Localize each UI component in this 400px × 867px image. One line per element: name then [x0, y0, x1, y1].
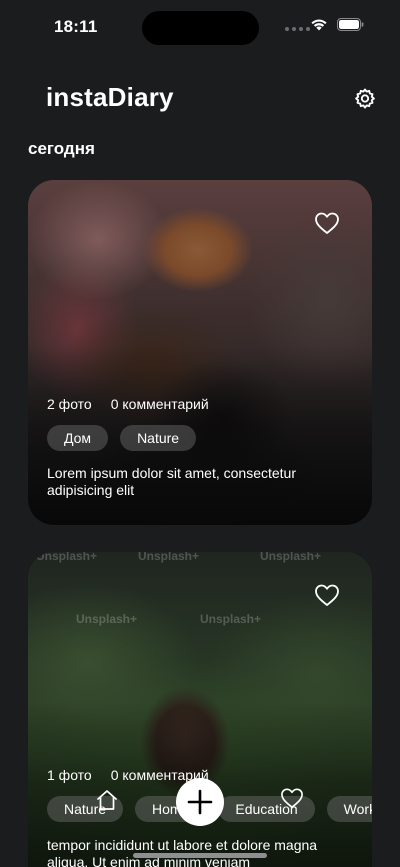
photo-watermark: Unsplash+: [138, 552, 200, 563]
photo-count: 2 фото: [47, 396, 92, 412]
tag-chip[interactable]: Дом: [47, 425, 109, 451]
photo-watermark: Unsplash+: [76, 612, 138, 626]
gear-icon[interactable]: [353, 87, 377, 111]
tag-list: Дом Nature: [47, 425, 197, 451]
home-icon[interactable]: [95, 788, 119, 812]
section-title: сегодня: [28, 139, 95, 158]
battery-icon: [337, 18, 364, 31]
home-indicator[interactable]: [133, 853, 267, 858]
photo-watermark: Unsplash+: [36, 552, 98, 563]
heart-icon[interactable]: [314, 583, 340, 607]
comment-count: 0 комментарий: [110, 396, 209, 412]
diary-entry-card[interactable]: 2 фото 0 комментарий Дом Nature Lorem ip…: [28, 180, 372, 525]
tag-chip[interactable]: Work: [326, 796, 372, 822]
cellular-signal-icon: [285, 27, 310, 31]
entry-text: tempor incididunt ut labore et dolore ma…: [47, 837, 318, 867]
status-bar: 18:11: [0, 0, 400, 54]
heart-icon[interactable]: [314, 211, 340, 235]
status-time: 18:11: [54, 17, 98, 36]
dynamic-island: [142, 11, 259, 45]
add-entry-button[interactable]: [176, 778, 224, 826]
screen: 18:11 instaDiary сегодня 2 фото 0 коммен…: [0, 0, 400, 867]
entry-meta: 2 фото 0 комментарий: [47, 396, 209, 412]
wifi-icon: [311, 19, 327, 31]
photo-count: 1 фото: [47, 767, 92, 783]
app-title: instaDiary: [46, 82, 174, 112]
tag-chip[interactable]: Nature: [120, 425, 197, 451]
entry-text: Lorem ipsum dolor sit amet, consectetur …: [47, 465, 296, 498]
photo-watermark: Unsplash+: [200, 612, 262, 626]
photo-watermark: Unsplash+: [260, 552, 322, 563]
plus-icon: [187, 789, 213, 815]
favorites-heart-icon[interactable]: [280, 787, 304, 809]
entry-meta: 1 фото 0 комментарий: [47, 767, 209, 783]
